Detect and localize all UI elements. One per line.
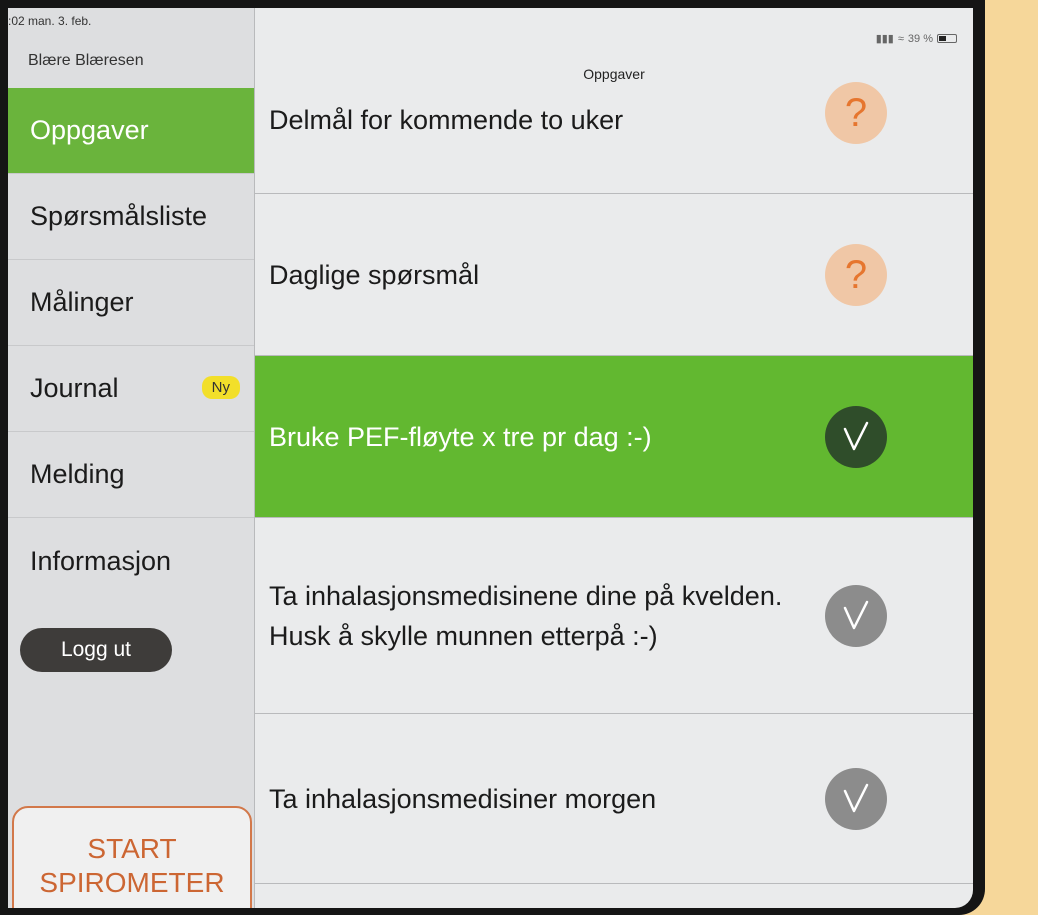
check-icon <box>825 405 887 468</box>
sidebar-item-label: Informasjon <box>30 545 172 576</box>
page-title: Oppgaver <box>583 66 645 82</box>
battery-icon <box>937 34 957 43</box>
start-spirometer-button[interactable]: START SPIROMETER <box>12 806 252 908</box>
sidebar-item-malinger[interactable]: Målinger <box>8 260 254 346</box>
sidebar-item-label: Journal <box>30 373 119 403</box>
logout-button[interactable]: Logg ut <box>20 628 172 672</box>
screen: :02 man. 3. feb. Blære Blæresen Oppgaver… <box>8 8 973 908</box>
sidebar-item-label: Melding <box>30 459 125 489</box>
sidebar: :02 man. 3. feb. Blære Blæresen Oppgaver… <box>8 8 255 908</box>
question-icon: ? <box>825 243 887 306</box>
user-name: Blære Blæresen <box>28 52 144 69</box>
task-label: Ta inhalasjonsmedisiner morgen <box>269 783 657 814</box>
task-label: Bruke PEF-fløyte x tre pr dag :-) <box>269 421 652 452</box>
task-label: Daglige spørsmål <box>269 259 480 290</box>
status-bar-right: ▮▮▮ ≈ 39 % <box>876 32 957 45</box>
check-icon <box>825 584 887 647</box>
battery-percent: 39 % <box>907 32 933 45</box>
tablet-frame: :02 man. 3. feb. Blære Blæresen Oppgaver… <box>0 0 985 915</box>
task-label: Delmål for kommende to uker <box>269 105 624 135</box>
sidebar-item-melding[interactable]: Melding <box>8 432 254 518</box>
question-icon: ? <box>825 82 887 144</box>
sidebar-item-label: Målinger <box>30 287 134 317</box>
sidebar-nav: Oppgaver Spørsmålsliste Målinger Journal… <box>8 88 254 604</box>
task-row[interactable]: Bruke PEF-fløyte x tre pr dag :-) <box>255 356 973 518</box>
start-label-line1: START <box>87 833 177 864</box>
new-badge: Ny <box>201 376 240 399</box>
sidebar-item-oppgaver[interactable]: Oppgaver <box>8 88 254 174</box>
task-row[interactable]: Delmål for kommende to uker ? <box>255 82 973 194</box>
start-label-line2: SPIROMETER <box>39 867 225 898</box>
main-panel: ▮▮▮ ≈ 39 % Oppgaver Delmål for kommende … <box>255 8 973 908</box>
status-time-date: :02 man. 3. feb. <box>8 14 92 28</box>
sidebar-item-journal[interactable]: Journal Ny <box>8 346 254 432</box>
task-list: Delmål for kommende to uker ? Daglige sp… <box>255 82 973 884</box>
signal-icon: ▮▮▮ <box>875 33 894 45</box>
task-label: Ta inhalasjonsmedisinene dine på kvelden… <box>269 580 783 651</box>
task-row[interactable]: Ta inhalasjonsmedisiner morgen <box>255 714 973 884</box>
task-row[interactable]: Daglige spørsmål ? <box>255 194 973 356</box>
sidebar-item-label: Spørsmålsliste <box>30 201 208 231</box>
sidebar-item-label: Oppgaver <box>30 115 149 145</box>
task-row[interactable]: Ta inhalasjonsmedisinene dine på kvelden… <box>255 518 973 714</box>
sidebar-item-sporsmalsliste[interactable]: Spørsmålsliste <box>8 174 254 260</box>
sidebar-item-informasjon[interactable]: Informasjon <box>8 518 254 604</box>
check-icon <box>825 767 887 830</box>
wifi-icon: ≈ <box>897 32 904 45</box>
